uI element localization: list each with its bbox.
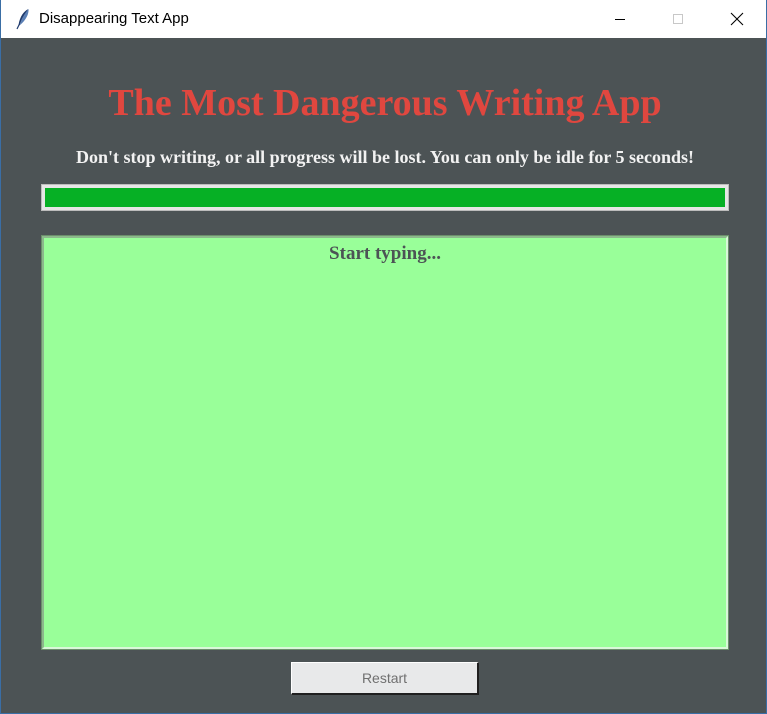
close-icon xyxy=(730,12,744,26)
maximize-button[interactable] xyxy=(649,0,707,38)
app-window: Disappearing Text App The Most Dangerous… xyxy=(0,0,767,714)
app-title: The Most Dangerous Writing App xyxy=(108,82,662,124)
minimize-button[interactable] xyxy=(591,0,649,38)
close-button[interactable] xyxy=(708,0,766,38)
feather-icon xyxy=(15,8,31,30)
maximize-icon xyxy=(672,13,684,25)
text-area-content: Start typing... xyxy=(329,243,441,264)
minimize-icon xyxy=(614,13,626,25)
restart-button[interactable]: Restart xyxy=(291,662,479,695)
progress-fill xyxy=(45,188,725,207)
writing-text-area[interactable]: Start typing... xyxy=(41,235,729,650)
idle-timer-progress-bar xyxy=(41,184,729,211)
app-subtitle: Don't stop writing, or all progress will… xyxy=(75,147,695,167)
app-content: The Most Dangerous Writing App Don't sto… xyxy=(1,38,766,713)
title-bar[interactable]: Disappearing Text App xyxy=(1,0,766,38)
window-title: Disappearing Text App xyxy=(39,10,189,27)
